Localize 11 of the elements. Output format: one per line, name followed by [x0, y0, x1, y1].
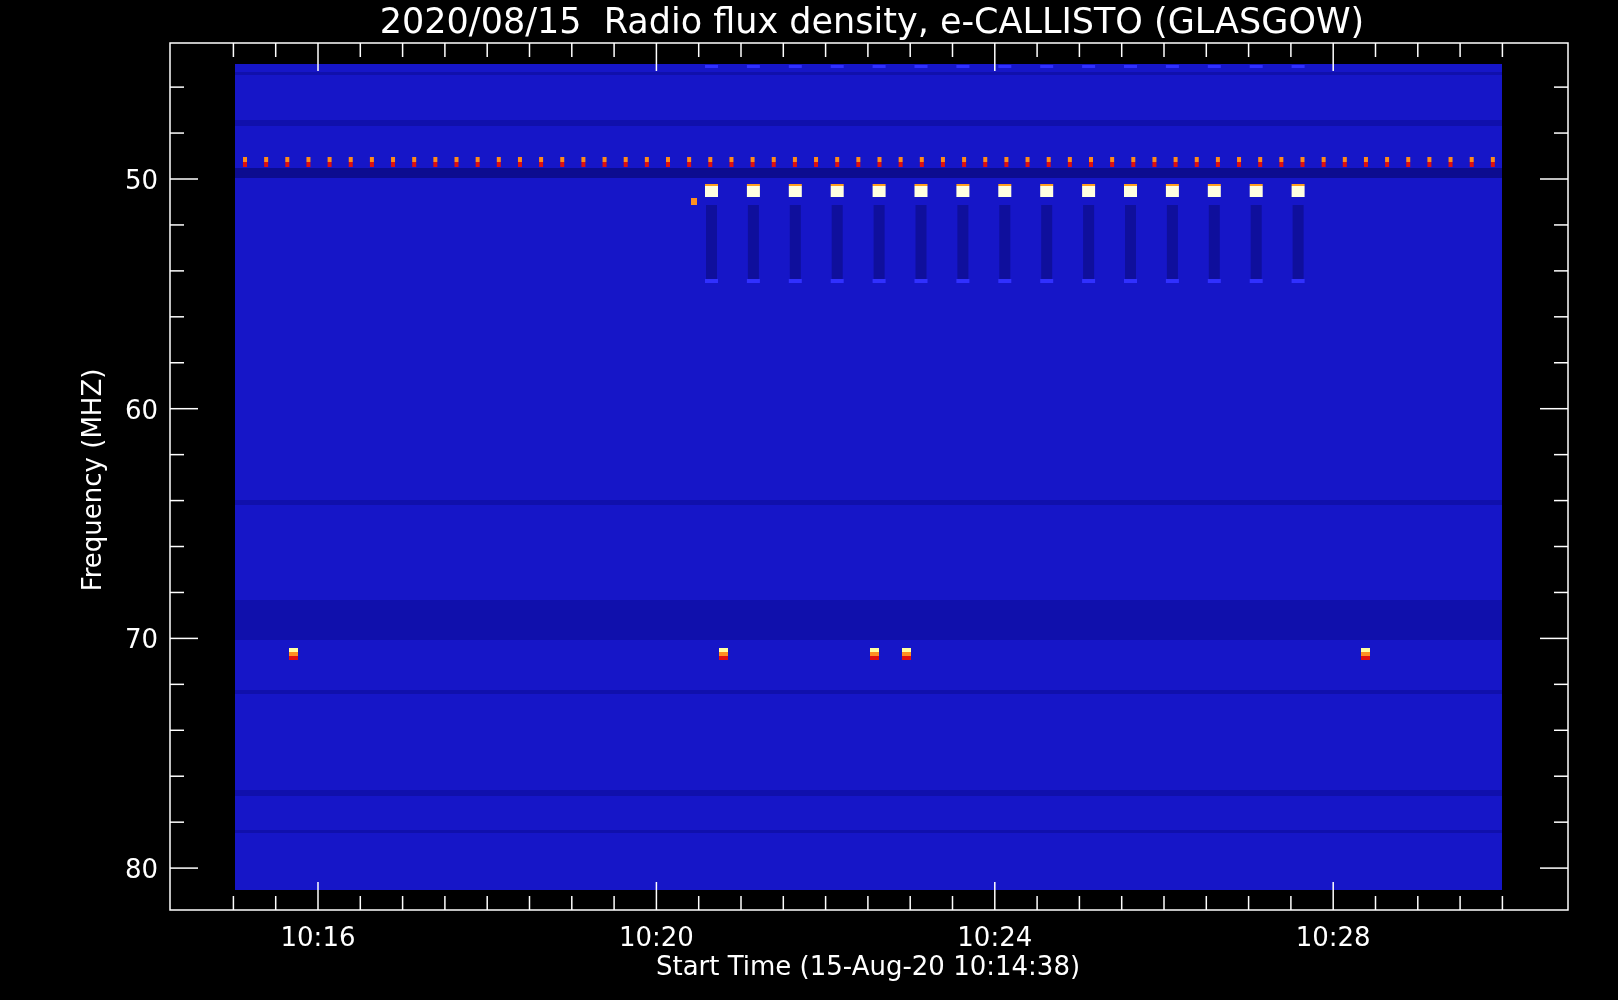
x-tick-label: 10:28 — [1295, 922, 1371, 952]
y-tick-label: 70 — [124, 624, 158, 655]
x-axis-label: Start Time (15-Aug-20 10:14:38) — [655, 951, 1081, 981]
y-tick-label: 80 — [124, 854, 158, 885]
y-axis-label: Frequency (MHZ) — [77, 368, 107, 592]
x-tick-label: 10:24 — [957, 922, 1033, 952]
x-tick-label: 10:16 — [280, 922, 356, 952]
chart-title: 2020/08/15 Radio flux density, e-CALLISTO (GLASGOW) — [379, 1, 1365, 41]
y-tick-label: 50 — [124, 165, 158, 195]
y-tick-label: 60 — [124, 394, 158, 425]
x-tick-label: 10:20 — [618, 922, 694, 952]
